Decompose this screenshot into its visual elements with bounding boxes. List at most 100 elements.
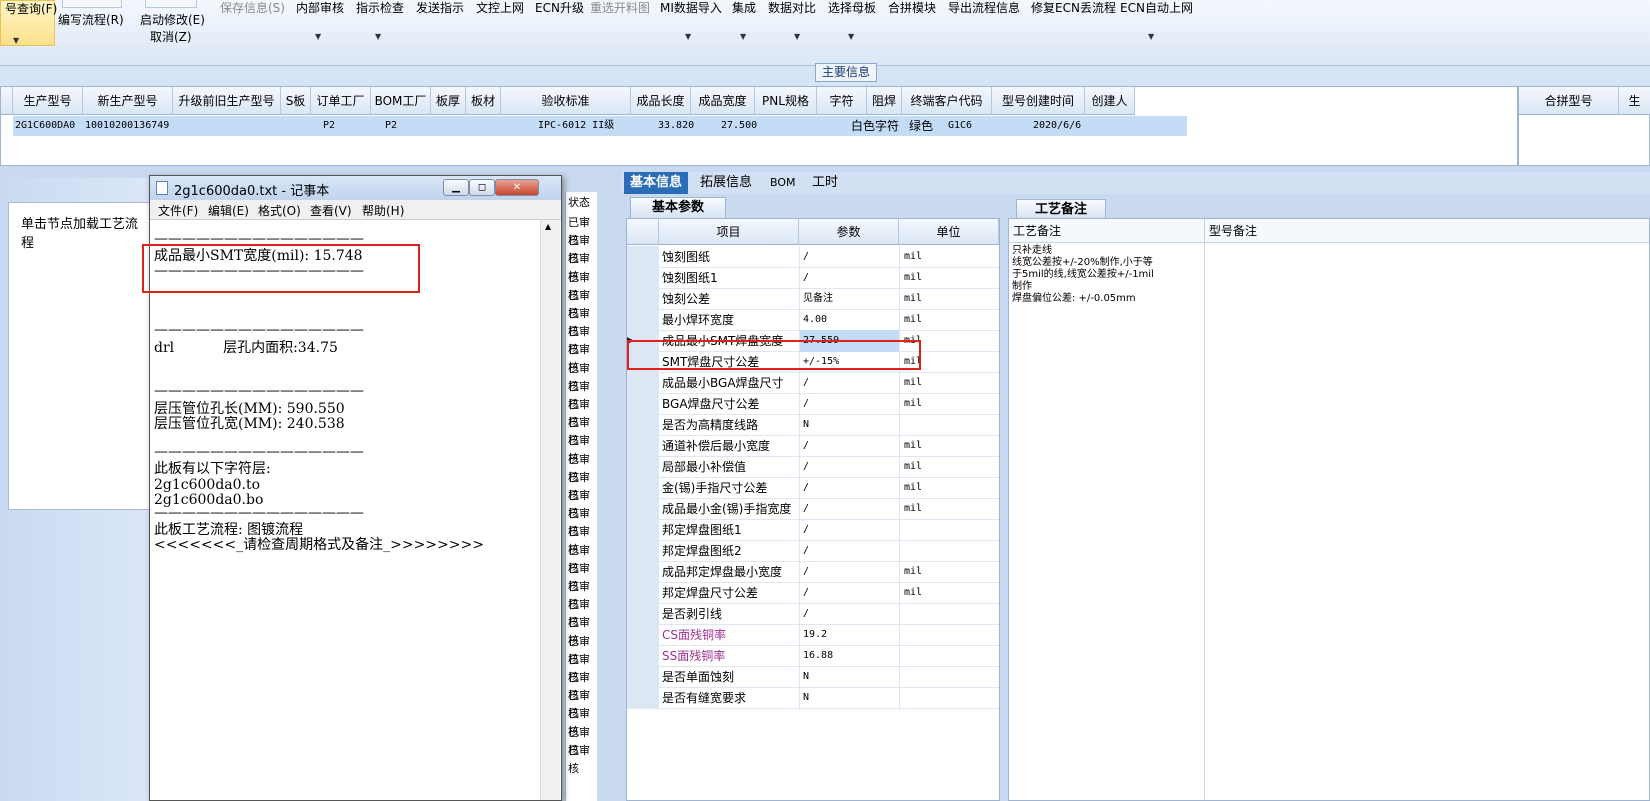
col-header[interactable]: 板厚 (431, 87, 466, 115)
status-cell[interactable]: 已审核 (568, 578, 597, 611)
status-cell[interactable]: 已审核 (568, 378, 597, 411)
table-row[interactable]: 成品最小金(锡)手指宽度 / mil (627, 498, 999, 520)
status-cell[interactable]: 已审核 (568, 432, 597, 465)
param-value[interactable]: 见备注 (799, 288, 899, 310)
status-cell[interactable]: 已审核 (568, 323, 597, 356)
cell[interactable]: IPC-6012 II级 (536, 116, 631, 136)
status-cell[interactable]: 已审核 (568, 341, 597, 374)
col-header[interactable]: 升级前旧生产型号 (173, 87, 281, 115)
status-cell[interactable]: 已审核 (568, 451, 597, 484)
cell[interactable]: 2G1C600DA0 (13, 116, 83, 136)
ecn-auto-button[interactable]: ECN自动上网 (1120, 0, 1193, 16)
tab-extended[interactable]: 拓展信息 (694, 172, 758, 194)
col-header[interactable]: 创建人 (1085, 87, 1135, 115)
notepad-titlebar[interactable]: 2g1c600da0.txt - 记事本 ▁ ◻ ✕ (150, 176, 561, 200)
write-flow-button[interactable]: 编写流程(R) (58, 12, 124, 28)
table-row[interactable]: 蚀刻图纸1/mil (627, 267, 999, 289)
param-value[interactable]: / (799, 540, 899, 562)
col-header[interactable]: 板材 (466, 87, 501, 115)
query-button[interactable]: 号查询(F) ▼ (0, 0, 57, 46)
param-item[interactable]: 是否为高精度线路 (660, 414, 798, 436)
param-value[interactable]: / (799, 603, 899, 625)
mi-import-button[interactable]: MI数据导入 (660, 0, 722, 16)
table-row[interactable]: 局部最小补偿值 / mil (627, 456, 999, 478)
col-header[interactable]: S板 (281, 87, 311, 115)
status-cell[interactable]: 已审核 (568, 505, 597, 538)
maximize-button[interactable]: ◻ (469, 179, 495, 196)
table-row[interactable]: CS面残铜率 19.2 (627, 624, 999, 646)
param-item[interactable]: SS面残铜率 (660, 645, 798, 667)
param-item[interactable]: 金(锡)手指尺寸公差 (660, 477, 798, 499)
table-row[interactable]: 最小焊环宽度 4.00 mil (627, 309, 999, 331)
status-cell[interactable]: 已审核 (568, 305, 597, 338)
status-cell[interactable]: 已审核 (568, 724, 597, 757)
model-grid[interactable]: 生产型号 新生产型号 升级前旧生产型号 S板 订单工厂 BOM工厂 板厚 板材 … (0, 86, 1518, 166)
status-cell[interactable]: 已审核 (568, 633, 597, 666)
param-value[interactable]: / (799, 267, 899, 289)
status-cell[interactable]: 已审核 (568, 669, 597, 702)
cell[interactable]: 白色字符 (849, 116, 905, 136)
select-mother-button[interactable]: 选择母板 (828, 0, 876, 16)
param-value[interactable]: / (799, 435, 899, 457)
table-row[interactable]: 通道补偿后最小宽度 / mil (627, 435, 999, 457)
col-header[interactable]: 阻焊 (867, 87, 902, 115)
table-row[interactable]: 成品邦定焊盘最小宽度 / mil (627, 561, 999, 583)
table-row[interactable]: 蚀刻图纸 / mil (627, 246, 999, 268)
table-row[interactable]: 是否为高精度线路 N (627, 414, 999, 436)
table-row[interactable]: 蚀刻公差 见备注 mil (627, 288, 999, 310)
menu-view[interactable]: 查看(V) (310, 202, 352, 219)
start-modify-button[interactable]: 启动修改(E) (140, 12, 205, 28)
param-item[interactable]: 局部最小补偿值 (660, 456, 798, 478)
param-value[interactable]: 19.2 (799, 624, 899, 646)
param-item[interactable]: 成品邦定焊盘最小宽度 (660, 561, 798, 583)
status-column[interactable]: 状态 已审核 已审核 已审核 已审核 已审核 已审核 已审核 已审核 已审核 已审核 已审核 已审核已… (565, 192, 597, 801)
status-cell[interactable]: 已审核 (568, 269, 597, 302)
cell[interactable]: 10010200136749 (83, 116, 173, 136)
param-value[interactable]: / (799, 456, 899, 478)
col-header-value[interactable]: 参数 (799, 219, 899, 245)
col-header-item[interactable]: 项目 (659, 219, 799, 245)
status-cell[interactable]: 已审核 (568, 396, 597, 429)
table-row[interactable]: ▶ 成品最小SMT焊盘宽度 27.559 mil (627, 330, 999, 352)
param-item[interactable]: 是否剥引线 (660, 603, 798, 625)
col-header[interactable]: 终端客户代码 (902, 87, 992, 115)
cell[interactable]: P2 (383, 116, 423, 136)
param-item[interactable]: 最小焊环宽度 (660, 309, 798, 331)
status-cell[interactable]: 已审核 (568, 742, 597, 775)
reselect-cut-button[interactable]: 重选开料图 (590, 0, 650, 16)
data-compare-button[interactable]: 数据对比 (768, 0, 816, 16)
col-header[interactable]: 验收标准 (501, 87, 631, 115)
param-item[interactable]: 蚀刻图纸 (660, 246, 798, 268)
status-cell[interactable]: 已审核 (568, 705, 597, 738)
minimize-button[interactable]: ▁ (443, 179, 469, 196)
table-row[interactable]: SS面残铜率 16.88 (627, 645, 999, 667)
tab-basic-params[interactable]: 基本参数 (630, 197, 726, 218)
instruction-check-button[interactable]: 指示检查 (356, 0, 404, 16)
scroll-up-icon[interactable]: ▲ (545, 222, 551, 231)
status-cell[interactable]: 已审核 (568, 596, 597, 629)
param-item[interactable]: 是否有缝宽要求 (660, 687, 798, 709)
param-value[interactable]: 4.00 (799, 309, 899, 331)
status-cell[interactable]: 已审核 (568, 232, 597, 265)
param-value[interactable]: N (799, 687, 899, 709)
send-instruction-button[interactable]: 发送指示 (416, 0, 464, 16)
col-header[interactable]: 合拼型号 (1519, 87, 1619, 115)
flow-tree[interactable]: 单击节点加载工艺流程 (8, 202, 150, 510)
status-cell[interactable]: 已审核 (568, 542, 597, 575)
col-header[interactable]: 订单工厂 (311, 87, 371, 115)
col-header[interactable]: 生 (1619, 87, 1650, 115)
cell[interactable]: G1C6 (946, 116, 986, 136)
param-item[interactable]: SMT焊盘尺寸公差 (660, 351, 798, 373)
table-row[interactable]: 是否单面蚀刻 N (627, 666, 999, 688)
process-notes-area[interactable]: 工艺备注 型号备注 只补走线 线宽公差按+/-20%制作,小于等 于5mil的线… (1008, 218, 1650, 801)
param-value[interactable]: / (799, 519, 899, 541)
param-item[interactable]: 邦定焊盘图纸2 (660, 540, 798, 562)
status-cell[interactable]: 已审核 (568, 614, 597, 647)
process-notes-text[interactable]: 只补走线 线宽公差按+/-20%制作,小于等 于5mil的线,线宽公差按+/-1… (1009, 243, 1205, 800)
menu-file[interactable]: 文件(F) (158, 202, 198, 219)
param-value[interactable]: N (799, 666, 899, 688)
status-cell[interactable]: 已审核 (568, 687, 597, 720)
panel-module-button[interactable]: 合拼模块 (888, 0, 936, 16)
col-header[interactable]: BOM工厂 (371, 87, 431, 115)
param-value[interactable]: / (799, 246, 899, 268)
